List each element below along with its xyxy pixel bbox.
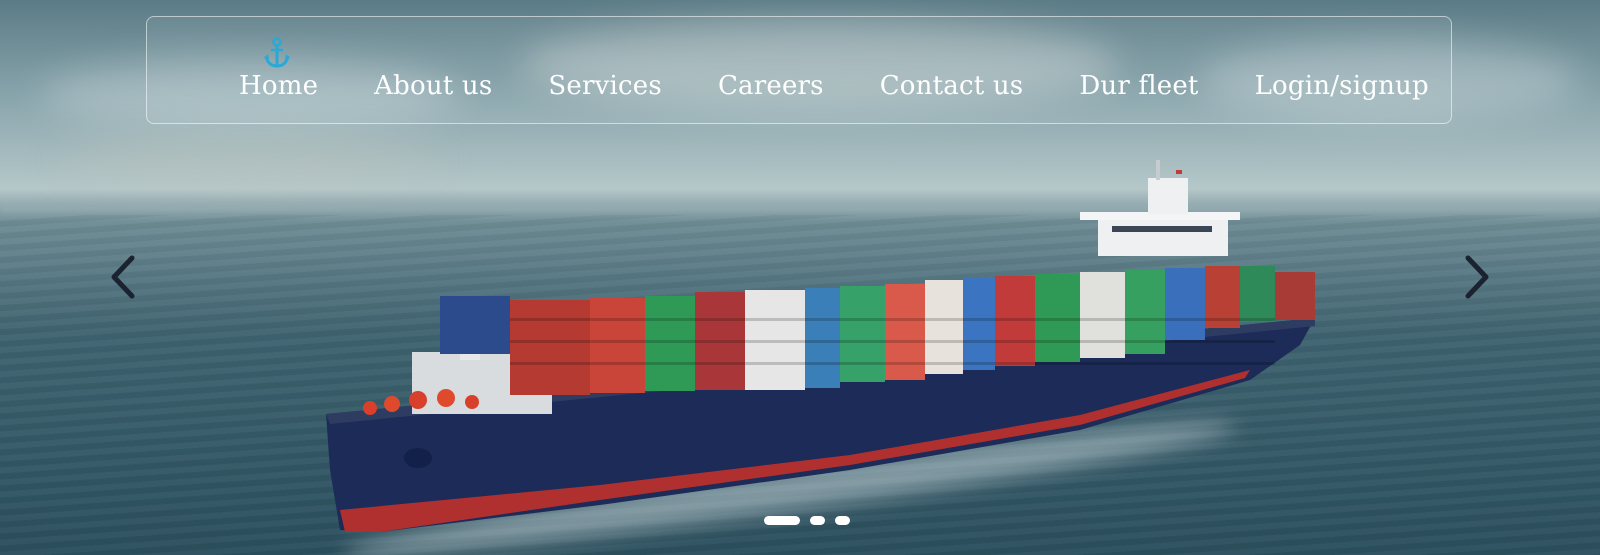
chevron-left-icon[interactable] (108, 254, 138, 300)
hero-carousel: Home About us Services Careers Contact u… (0, 0, 1600, 555)
carousel-dot-3[interactable] (835, 516, 850, 525)
main-navigation: Home About us Services Careers Contact u… (146, 16, 1452, 124)
carousel-indicators (764, 516, 850, 525)
carousel-dot-1[interactable] (764, 516, 800, 525)
nav-item-services[interactable]: Services (548, 71, 662, 101)
nav-item-careers[interactable]: Careers (718, 71, 824, 101)
nav-item-about-us[interactable]: About us (374, 71, 492, 101)
nav-item-our-fleet[interactable]: Dur fleet (1079, 71, 1198, 101)
anchor-icon[interactable] (263, 37, 291, 69)
nav-menu: Home About us Services Careers Contact u… (239, 71, 1429, 101)
carousel-dot-2[interactable] (810, 516, 825, 525)
nav-item-contact-us[interactable]: Contact us (880, 71, 1024, 101)
nav-item-home[interactable]: Home (239, 71, 318, 101)
nav-item-login-signup[interactable]: Login/signup (1255, 71, 1429, 101)
chevron-right-icon[interactable] (1462, 254, 1492, 300)
